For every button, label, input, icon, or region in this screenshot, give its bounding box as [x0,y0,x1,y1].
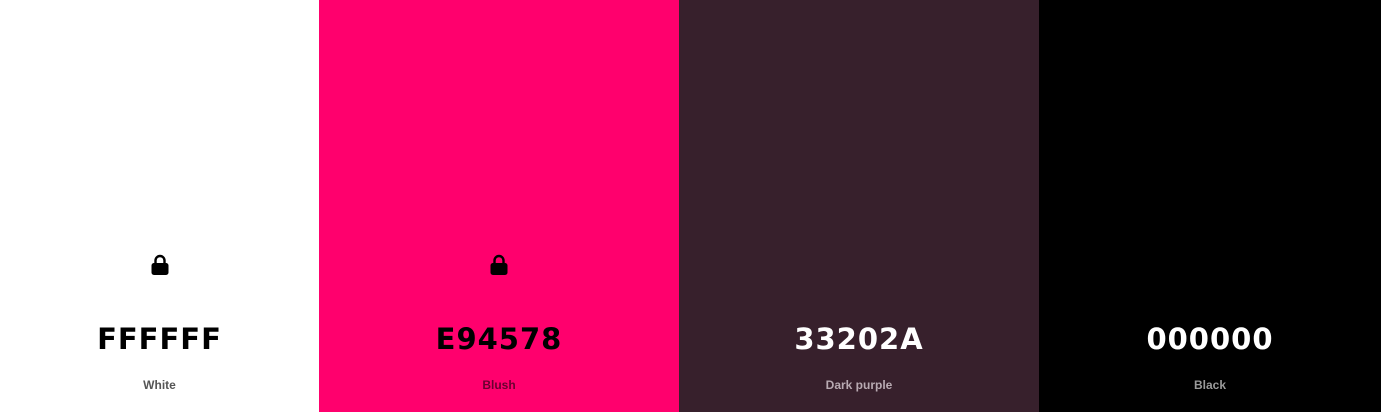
swatch-color-name: White [143,378,176,392]
lock-icon[interactable] [150,253,170,277]
swatch-color-name: Black [1193,378,1227,392]
lock-icon[interactable] [489,253,509,277]
swatch-color-name: Blush [482,378,516,392]
swatch-hex-code[interactable]: E94578 [319,321,679,357]
swatch-hex-code[interactable]: 000000 [1039,321,1381,357]
color-palette: FFFFFF White E94578 Blush 33202A Dark pu… [0,0,1381,412]
swatch-white[interactable]: FFFFFF White [0,0,319,412]
swatch-hex-code[interactable]: FFFFFF [0,321,319,357]
swatch-hex-code[interactable]: 33202A [679,321,1039,357]
swatch-dark-purple[interactable]: 33202A Dark purple [679,0,1039,412]
swatch-black[interactable]: 000000 Black [1039,0,1381,412]
swatch-blush[interactable]: E94578 Blush [319,0,679,412]
swatch-color-name: Dark purple [825,378,893,392]
